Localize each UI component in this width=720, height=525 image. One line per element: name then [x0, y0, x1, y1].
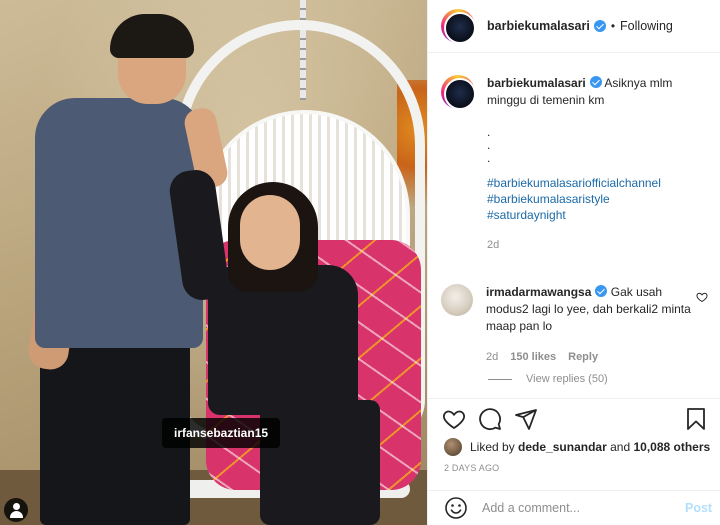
hashtag-link[interactable]: #saturdaynight [487, 207, 711, 223]
post-caption: barbiekumalasari Asiknya mlm minggu di t… [441, 75, 711, 254]
comment-icon[interactable] [478, 407, 502, 431]
caption-author-avatar[interactable] [441, 75, 476, 110]
author-username[interactable]: barbiekumalasari [487, 19, 590, 33]
comment-timestamp[interactable]: 2d [486, 349, 498, 366]
view-replies-toggle[interactable]: View replies (50) [488, 373, 608, 385]
verified-badge-icon [593, 20, 606, 32]
verified-badge-icon [589, 76, 602, 88]
caption-dot: . [487, 151, 491, 165]
post-timestamp[interactable]: 2 DAYS AGO [444, 463, 499, 473]
comment-item: irmadarmawangsa Gak usah modus2 lagi lo … [441, 284, 713, 366]
likes-middle: and [610, 440, 631, 454]
caption-hashtags: #barbiekumalasariofficialchannel #barbie… [487, 175, 711, 223]
comment-reply-button[interactable]: Reply [568, 349, 598, 366]
header-separator: • [610, 19, 616, 33]
author-avatar[interactable] [441, 9, 476, 44]
post-action-bar [428, 398, 720, 438]
caption-dots: . . . [487, 126, 711, 165]
hashtag-link[interactable]: #barbiekumalasaristyle [487, 191, 711, 207]
liker-avatar[interactable] [444, 438, 462, 456]
post-comment-button[interactable]: Post [685, 501, 712, 515]
post-photo[interactable]: irfansebaztian15 [0, 0, 427, 525]
bookmark-icon[interactable] [684, 407, 708, 431]
heart-icon[interactable] [442, 407, 466, 431]
post-header: barbiekumalasari • Following [428, 0, 720, 53]
caption-dot: . [487, 125, 491, 139]
smiley-icon[interactable] [444, 496, 468, 520]
comment-heart-icon[interactable] [696, 291, 708, 303]
user-tag-icon-shoulders [10, 511, 23, 518]
replies-divider-line [488, 378, 512, 380]
caption-username[interactable]: barbiekumalasari [487, 76, 586, 90]
user-tag-icon-head [13, 503, 20, 510]
verified-badge-icon [595, 285, 608, 297]
view-replies-label: View replies (50) [526, 373, 608, 385]
following-button[interactable]: Following [620, 19, 673, 33]
commenter-username[interactable]: irmadarmawangsa [486, 285, 591, 299]
photo-user-tag[interactable]: irfansebaztian15 [162, 418, 281, 448]
paper-plane-icon[interactable] [514, 407, 538, 431]
add-comment-bar: Post [428, 490, 720, 525]
hashtag-link[interactable]: #barbiekumalasariofficialchannel [487, 175, 711, 191]
commenter-avatar[interactable] [441, 284, 473, 316]
liker-username[interactable]: dede_sunandar [518, 440, 607, 454]
likes-prefix: Liked by [470, 440, 515, 454]
comment-body: irmadarmawangsa Gak usah modus2 lagi lo … [486, 284, 696, 366]
caption-timestamp[interactable]: 2d [487, 237, 711, 254]
likes-others-link[interactable]: 10,088 others [633, 440, 710, 454]
caption-body: barbiekumalasari Asiknya mlm minggu di t… [487, 75, 711, 254]
user-tag-icon[interactable] [4, 498, 28, 522]
likes-summary: Liked by dede_sunandar and 10,088 others [444, 438, 710, 456]
woman-figure-face [240, 195, 300, 270]
comment-input[interactable] [482, 501, 677, 515]
comment-meta: 2d 150 likes Reply [486, 349, 696, 366]
comment-like-count[interactable]: 150 likes [510, 349, 556, 366]
caption-dot: . [487, 138, 491, 152]
post-side-panel: barbiekumalasari • Following barbiekumal… [427, 0, 720, 525]
